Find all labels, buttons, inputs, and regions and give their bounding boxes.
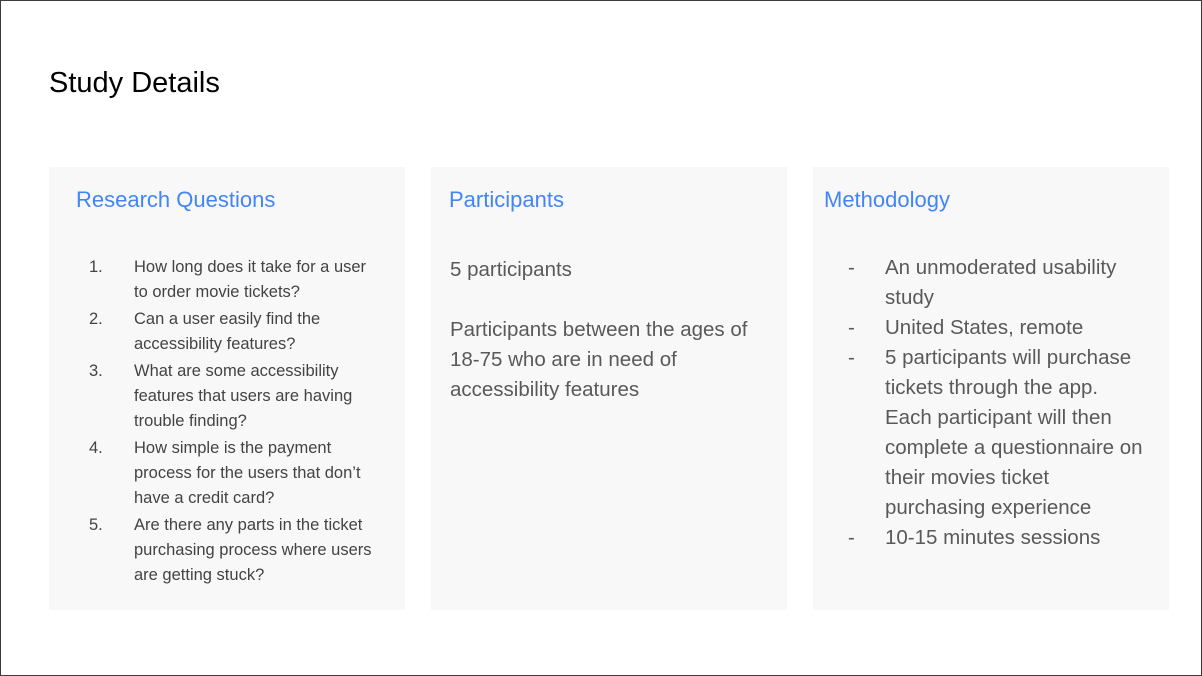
participants-heading: Participants <box>449 187 564 212</box>
list-item: 5. Are there any parts in the ticket pur… <box>89 513 389 588</box>
participants-count: 5 participants <box>450 258 572 281</box>
list-item-text: An unmoderated usability study <box>885 256 1117 309</box>
participants-body: 5 participants Participants between the … <box>450 255 770 405</box>
methodology-heading: Methodology <box>824 187 950 212</box>
research-questions-panel: Research Questions 1. How long does it t… <box>49 167 405 610</box>
list-item-text: Can a user easily find the accessibility… <box>134 310 321 353</box>
participants-panel: Participants 5 participants Participants… <box>431 167 787 610</box>
list-item-number: 4. <box>89 439 103 457</box>
list-item: - United States, remote <box>848 313 1148 343</box>
list-item-number: 1. <box>89 258 103 276</box>
methodology-panel: Methodology - An unmoderated usability s… <box>813 167 1169 610</box>
methodology-list: - An unmoderated usability study - Unite… <box>848 253 1148 553</box>
dash-bullet: - <box>848 346 855 369</box>
list-item: - 5 participants will purchase tickets t… <box>848 343 1148 523</box>
research-questions-list: 1. How long does it take for a user to o… <box>89 255 389 590</box>
list-item-text: Are there any parts in the ticket purcha… <box>134 516 372 584</box>
list-item-text: United States, remote <box>885 316 1084 339</box>
list-item-text: How long does it take for a user to orde… <box>134 258 367 301</box>
list-item: 2. Can a user easily find the accessibil… <box>89 307 389 357</box>
list-item-text: What are some accessibility features tha… <box>134 362 353 430</box>
list-item-text: How simple is the payment process for th… <box>134 439 361 507</box>
list-item: - An unmoderated usability study <box>848 253 1148 313</box>
list-item: 3. What are some accessibility features … <box>89 359 389 434</box>
list-item-number: 2. <box>89 310 103 328</box>
dash-bullet: - <box>848 256 855 279</box>
list-item-text: 5 participants will purchase tickets thr… <box>885 346 1143 519</box>
dash-bullet: - <box>848 316 855 339</box>
dash-bullet: - <box>848 526 855 549</box>
list-item-number: 3. <box>89 362 103 380</box>
list-item: - 10-15 minutes sessions <box>848 523 1148 553</box>
slide: Study Details Research Questions 1. How … <box>0 0 1202 676</box>
participants-description: Participants between the ages of 18-75 w… <box>450 318 748 401</box>
slide-title: Study Details <box>49 67 220 99</box>
research-questions-heading: Research Questions <box>76 187 276 212</box>
list-item: 1. How long does it take for a user to o… <box>89 255 389 305</box>
list-item: 4. How simple is the payment process for… <box>89 436 389 511</box>
list-item-number: 5. <box>89 516 103 534</box>
list-item-text: 10-15 minutes sessions <box>885 526 1101 549</box>
